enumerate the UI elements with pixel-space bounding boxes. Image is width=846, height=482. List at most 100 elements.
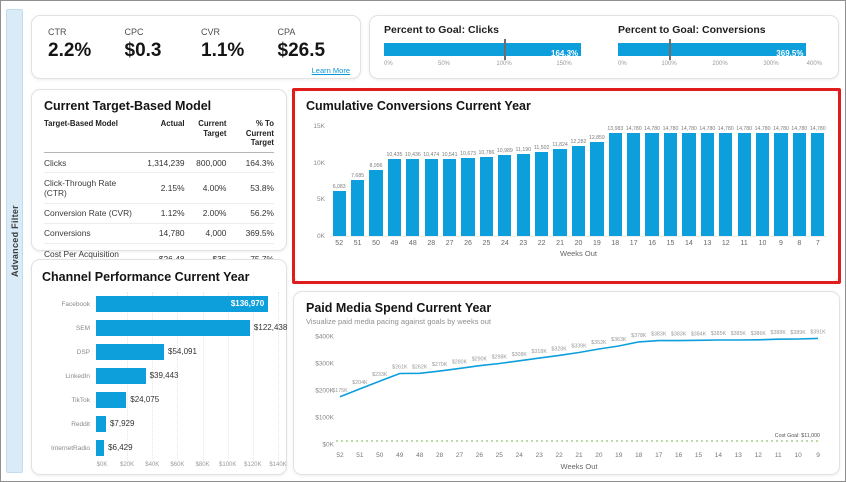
point-value-label: $298K <box>492 355 508 361</box>
conversion-bar[interactable] <box>498 155 511 236</box>
channel-bar[interactable]: $54,091 <box>96 344 164 360</box>
conv-x-tick-label: 8 <box>790 240 808 247</box>
conversion-bar[interactable] <box>443 159 456 236</box>
spend-x-tick-label: 22 <box>555 452 563 459</box>
point-value-label: $339K <box>571 344 587 350</box>
spend-x-tick-label: 13 <box>735 452 743 459</box>
bar-value-label: 12,859 <box>589 135 605 141</box>
bar-value-label: $122,438 <box>254 323 287 332</box>
channel-row: DSP$54,091 <box>42 340 276 364</box>
conversion-bar[interactable] <box>535 152 548 236</box>
learn-more-link[interactable]: Learn More <box>312 66 350 75</box>
table-row[interactable]: Click-Through Rate (CTR)2.15%4.00%53.8% <box>44 173 274 203</box>
point-value-label: $261K <box>392 365 408 371</box>
kpi-label: CPA <box>278 27 355 37</box>
bar-value-label: 14,780 <box>681 126 697 132</box>
conversion-bar[interactable] <box>461 158 474 236</box>
channel-category-label: Reddit <box>42 421 96 428</box>
point-value-label: $388K <box>771 330 787 336</box>
table-cell: 56.2% <box>226 203 274 223</box>
conv-bar-slot: 10,435 <box>385 126 403 236</box>
channel-bar[interactable]: $122,438 <box>96 320 250 336</box>
conversion-bar[interactable] <box>719 133 732 236</box>
conversion-bar[interactable] <box>369 170 382 236</box>
conversion-bar[interactable] <box>756 133 769 236</box>
spend-x-tick-label: 27 <box>456 452 464 459</box>
kpi-value: 2.2% <box>48 40 125 62</box>
conv-bar-slot: 14,780 <box>809 126 827 236</box>
table-row[interactable]: Clicks1,314,239800,000164.3% <box>44 153 274 173</box>
channel-bar[interactable]: $39,443 <box>96 368 146 384</box>
conversion-bar[interactable] <box>682 133 695 236</box>
table-cell: Conversion Rate (CVR) <box>44 203 136 223</box>
conv-bar-slot: 14,780 <box>790 126 808 236</box>
spend-x-tick-label: 28 <box>436 452 444 459</box>
conv-x-tick-label: 11 <box>735 240 753 247</box>
conv-y-tick-label: 15K <box>313 123 325 130</box>
bar-value-label: $39,443 <box>150 371 179 380</box>
conv-bar-slot: 14,780 <box>661 126 679 236</box>
gauge-track: 369.5% <box>618 43 822 56</box>
point-value-label: $389K <box>790 330 806 336</box>
conversion-bar[interactable] <box>480 157 493 236</box>
spend-y-tick-label: $0K <box>322 442 334 449</box>
conversion-bar[interactable] <box>351 180 364 236</box>
conversion-bar[interactable] <box>388 159 401 236</box>
conv-x-tick-label: 50 <box>367 240 385 247</box>
conversion-bar[interactable] <box>609 133 622 236</box>
channel-bar[interactable]: $136,970 <box>96 296 268 312</box>
conversion-bar[interactable] <box>406 159 419 236</box>
conversion-bar[interactable] <box>774 133 787 236</box>
gridline <box>278 292 279 460</box>
channel-bar-zone: $54,091 <box>96 344 272 360</box>
gauge-fill[interactable]: 164.3% <box>384 43 581 56</box>
spend-x-tick-label: 15 <box>695 452 703 459</box>
bar-value-label: $136,970 <box>231 299 264 308</box>
channel-x-tick-label: $120K <box>244 462 261 468</box>
point-value-label: $308K <box>512 352 528 358</box>
channel-bar-zone: $24,075 <box>96 392 272 408</box>
kpi-card: CTR 2.2% CPC $0.3 CVR 1.1% CPA $26.5 Lea… <box>31 15 361 79</box>
conversion-bar[interactable] <box>701 133 714 236</box>
conversion-bar[interactable] <box>590 142 603 236</box>
bar-value-label: 10,989 <box>497 148 513 154</box>
spend-x-tick-label: 18 <box>635 452 643 459</box>
conversion-bar[interactable] <box>553 149 566 236</box>
gauge-fill[interactable]: 369.5% <box>618 43 806 56</box>
bar-value-label: 14,780 <box>663 126 679 132</box>
point-value-label: $383K <box>671 332 687 338</box>
conversion-bar[interactable] <box>793 133 806 236</box>
bar-value-label: 7,685 <box>351 173 364 179</box>
conversion-bar[interactable] <box>425 159 438 236</box>
conversion-bar[interactable] <box>627 133 640 236</box>
target-model-card: Current Target-Based Model Target-Based … <box>31 89 287 251</box>
conversion-bar[interactable] <box>517 154 530 236</box>
conversion-bar[interactable] <box>645 133 658 236</box>
channel-bar-zone: $136,970 <box>96 296 272 312</box>
bar-value-label: 10,786 <box>479 150 495 156</box>
channel-category-label: LinkedIn <box>42 373 96 380</box>
conversion-bar[interactable] <box>738 133 751 236</box>
table-cell: 1,314,239 <box>136 153 184 173</box>
table-cell: Conversions <box>44 223 136 243</box>
conversion-bar[interactable] <box>664 133 677 236</box>
channel-bar[interactable]: $7,929 <box>96 416 106 432</box>
conversion-bar[interactable] <box>333 191 346 236</box>
table-row[interactable]: Conversion Rate (CVR)1.12%2.00%56.2% <box>44 203 274 223</box>
spend-chart-subtitle: Visualize paid media pacing against goal… <box>306 317 827 326</box>
table-row[interactable]: Conversions14,7804,000369.5% <box>44 223 274 243</box>
advanced-filter-tab[interactable]: Advanced Filter <box>6 9 23 473</box>
conv-x-tick-label: 14 <box>680 240 698 247</box>
channel-bar[interactable]: $6,429 <box>96 440 104 456</box>
table-header: Target-Based ModelActualCurrent Target% … <box>44 117 274 153</box>
channel-category-label: InternetRadio <box>42 445 96 452</box>
conv-bar-slot: 6,083 <box>330 126 348 236</box>
channel-bar[interactable]: $24,075 <box>96 392 126 408</box>
channel-row: Reddit$7,929 <box>42 412 276 436</box>
conversion-bar[interactable] <box>811 133 824 236</box>
gauge-axis: 0%50%100%150% <box>384 60 588 70</box>
conv-x-tick-label: 49 <box>385 240 403 247</box>
conv-x-tick-label: 52 <box>330 240 348 247</box>
conv-x-axis: 5251504948282726252423222120191817161514… <box>330 240 827 247</box>
conversion-bar[interactable] <box>572 146 585 236</box>
